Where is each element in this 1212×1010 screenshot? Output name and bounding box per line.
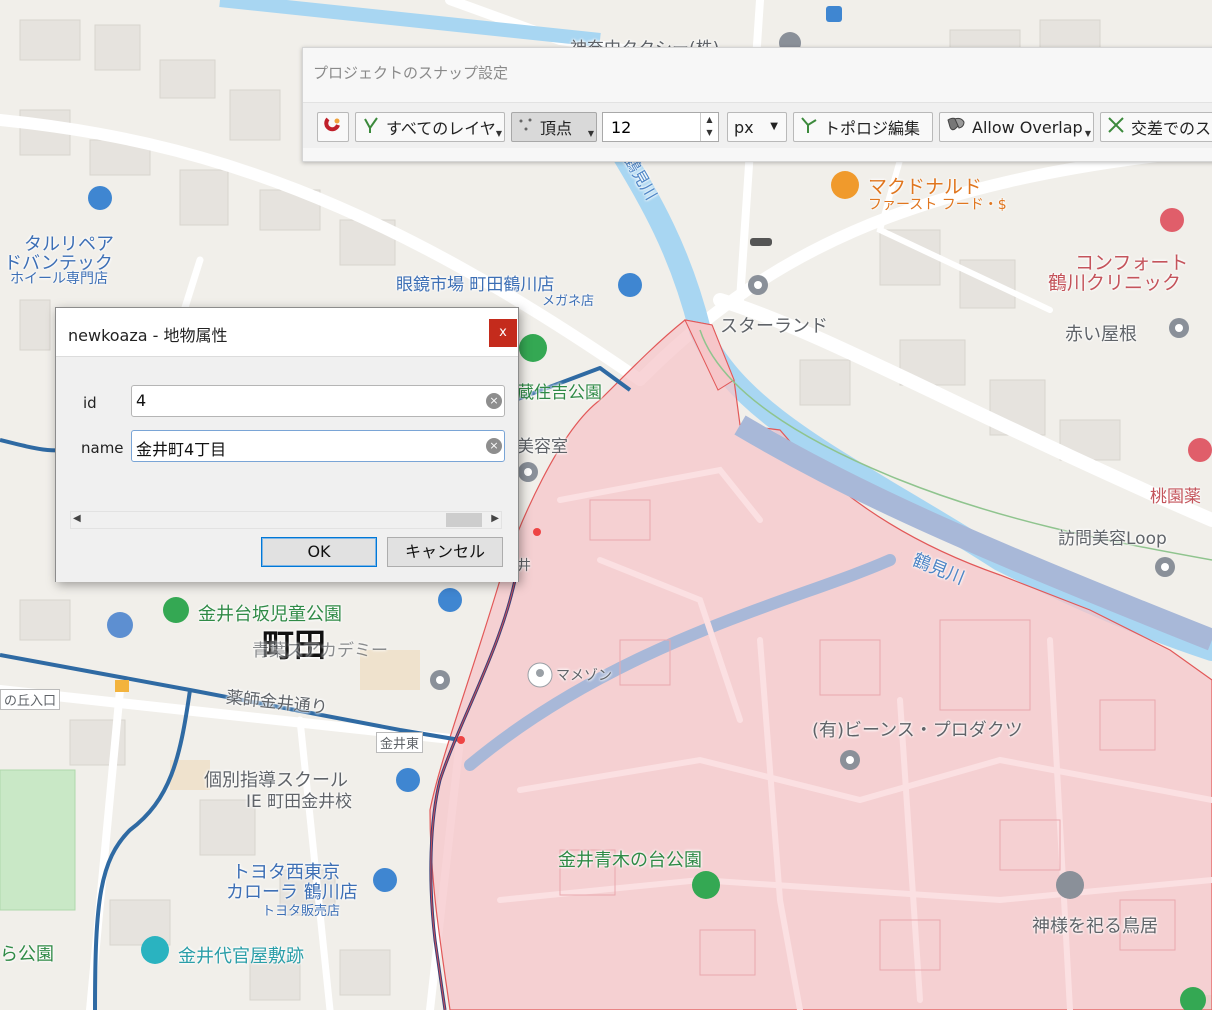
name-field-label: name bbox=[81, 439, 124, 457]
snapping-toolbar-title: プロジェクトのスナップ設定 bbox=[313, 64, 509, 82]
id-field-value: 4 bbox=[136, 391, 147, 410]
topology-icon bbox=[800, 116, 818, 138]
chevron-down-icon: ▼ bbox=[770, 121, 778, 132]
map-label-kanai: 井 bbox=[517, 558, 531, 574]
snap-on-intersection-label: 交差でのス bbox=[1131, 119, 1212, 138]
scroll-right-icon[interactable]: ▶ bbox=[491, 513, 499, 524]
snapping-layer-mode-label: すべてのレイヤ bbox=[386, 119, 496, 138]
topological-editing-button[interactable]: トポロジ編集 bbox=[793, 112, 933, 142]
snap-on-intersection-button[interactable]: 交差でのス bbox=[1100, 112, 1212, 142]
map-label-okaeno: の丘入口 bbox=[0, 689, 61, 710]
clear-icon[interactable]: × bbox=[486, 393, 502, 409]
scrollbar-thumb[interactable] bbox=[446, 513, 482, 527]
snapping-type-label: 頂点 bbox=[540, 119, 573, 138]
map-label-daikanya: 金井代官屋敷跡 bbox=[178, 946, 304, 967]
snapping-toolbar: すべてのレイヤ ▼ 頂点 ▼ 12 ▲ ▼ px ▼ トポロジ編集 Allow … bbox=[303, 102, 1212, 148]
name-field[interactable]: 金井町4丁目 × bbox=[131, 430, 505, 462]
map-label-starland: スターランド bbox=[720, 316, 828, 337]
id-field-label: id bbox=[83, 394, 97, 412]
close-icon: x bbox=[499, 325, 507, 340]
map-label-megane-sub: メガネ店 bbox=[542, 294, 595, 309]
enable-snapping-button[interactable] bbox=[317, 112, 349, 142]
map-label-wheel-shop-3: ホイール専門店 bbox=[10, 271, 108, 287]
map-label-biyoshitsu: 美容室 bbox=[517, 437, 568, 457]
spinbox-arrows-icon[interactable]: ▲ ▼ bbox=[700, 113, 718, 141]
map-label-kanaihigashi: 金井東 bbox=[376, 732, 424, 753]
vertex-snap-icon bbox=[518, 117, 534, 137]
map-label-comfort-2: 鶴川クリニック bbox=[1048, 272, 1182, 294]
chevron-down-icon: ▼ bbox=[1084, 129, 1091, 138]
allow-overlap-dropdown[interactable]: Allow Overlap ▼ bbox=[939, 112, 1094, 142]
cancel-button[interactable]: キャンセル bbox=[387, 537, 503, 567]
snapping-layer-mode-dropdown[interactable]: すべてのレイヤ ▼ bbox=[355, 112, 505, 142]
topological-editing-label: トポロジ編集 bbox=[824, 119, 921, 138]
clear-icon[interactable]: × bbox=[486, 438, 502, 454]
map-label-homon: 訪問美容Loop bbox=[1058, 529, 1167, 549]
chevron-down-icon: ▼ bbox=[495, 129, 502, 138]
map-label-momozono: 桃園薬 bbox=[1150, 487, 1201, 507]
map-label-maison: マメゾン bbox=[556, 668, 612, 684]
map-label-kobetsu-2: IE 町田金井校 bbox=[246, 792, 353, 812]
id-field[interactable]: 4 × bbox=[131, 385, 505, 417]
overlap-icon bbox=[946, 116, 966, 138]
map-label-ra-park: ら公園 bbox=[0, 944, 54, 965]
map-label-academy: 青葉スアカデミー bbox=[252, 641, 388, 661]
map-label-park-sumiyoshi: 蔵住吉公園 bbox=[517, 383, 602, 403]
close-button[interactable]: x bbox=[489, 319, 517, 347]
snapping-units-dropdown[interactable]: px ▼ bbox=[727, 112, 787, 142]
dialog-title: newkoaza - 地物属性 bbox=[68, 326, 228, 345]
map-label-mcdonalds-sub: ファースト フード・$ bbox=[868, 197, 1007, 213]
map-label-aoki-park: 金井青木の台公園 bbox=[558, 850, 702, 871]
map-label-jinja: 神様を祀る鳥居 bbox=[1032, 916, 1158, 937]
snapping-tolerance-spinbox[interactable]: 12 ▲ ▼ bbox=[602, 112, 719, 142]
scroll-left-icon[interactable]: ◀ bbox=[73, 513, 81, 524]
name-field-value: 金井町4丁目 bbox=[136, 440, 227, 459]
layers-snap-icon bbox=[362, 116, 380, 138]
map-label-beans: (有)ビーンス・プロダクツ bbox=[812, 720, 1023, 741]
feature-attributes-dialog: newkoaza - 地物属性 x id 4 × name 金井町4丁目 × ◀… bbox=[55, 307, 519, 582]
map-label-akai-yane: 赤い屋根 bbox=[1065, 324, 1137, 345]
snapping-tolerance-value: 12 bbox=[611, 118, 632, 137]
horizontal-scrollbar[interactable]: ◀ ▶ bbox=[70, 511, 502, 529]
dialog-body: id 4 × name 金井町4丁目 × ◀ ▶ OK キャンセル bbox=[56, 356, 518, 582]
map-label-megane: 眼鏡市場 町田鶴川店 bbox=[396, 275, 555, 295]
intersection-icon bbox=[1107, 116, 1125, 138]
map-label-toyota-3: トヨタ販売店 bbox=[262, 904, 341, 919]
snapping-units-label: px bbox=[734, 117, 754, 137]
allow-overlap-label: Allow Overlap bbox=[972, 117, 1083, 137]
magnet-icon bbox=[324, 116, 342, 138]
ok-button[interactable]: OK bbox=[261, 537, 377, 567]
snapping-toolbar-panel: プロジェクトのスナップ設定 すべてのレイヤ ▼ 頂点 ▼ 12 ▲ ▼ px ▼… bbox=[302, 47, 1212, 162]
chevron-down-icon: ▼ bbox=[587, 129, 594, 138]
snapping-type-dropdown[interactable]: 頂点 ▼ bbox=[511, 112, 597, 142]
